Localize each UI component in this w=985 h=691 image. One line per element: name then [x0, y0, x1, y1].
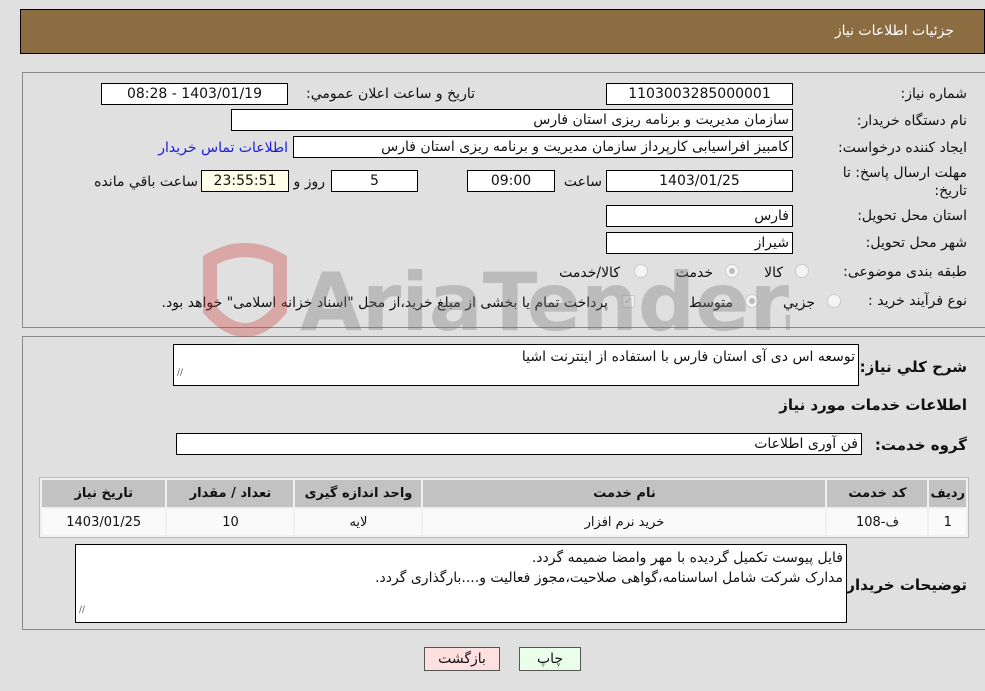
cell-row-number: 1	[929, 509, 966, 535]
cell-quantity: 10	[167, 509, 294, 535]
print-button[interactable]: چاپ	[519, 647, 581, 671]
col-header-service-name: نام خدمت	[423, 480, 826, 507]
days-label: روز و	[293, 174, 326, 190]
days-field: 5	[331, 170, 418, 192]
resize-grip-icon[interactable]: ∕∕	[177, 363, 183, 383]
buyer-notes-label: توضیحات خریدار:	[840, 576, 967, 594]
deadline-time-field: 09:00	[467, 170, 555, 192]
back-button[interactable]: بازگشت	[424, 647, 500, 671]
time-label: ساعت	[563, 174, 602, 190]
service-group-label: گروه خدمت:	[874, 436, 967, 454]
description-label: شرح كلي نياز:	[859, 358, 967, 376]
category-option-goods: کالا	[764, 265, 783, 281]
cell-need-date: 1403/01/25	[42, 509, 166, 535]
col-header-quantity: تعداد / مقدار	[167, 480, 294, 507]
cell-service-name: خرید نرم افزار	[423, 509, 826, 535]
col-header-unit: واحد اندازه گیری	[295, 480, 422, 507]
resize-grip-icon[interactable]: ∕∕	[79, 600, 85, 620]
announce-field: 1403/01/19 - 08:28	[101, 83, 288, 105]
province-label: استان محل تحویل:	[857, 208, 967, 224]
remaining-time-field: 23:55:51	[201, 170, 289, 192]
description-textarea[interactable]: توسعه اس دی آی استان فارس با استفاده از …	[173, 344, 859, 386]
service-group-field: فن آوری اطلاعات	[176, 433, 862, 455]
city-field: شیراز	[606, 232, 793, 254]
process-radio-medium[interactable]	[745, 294, 759, 308]
category-label: طبقه بندی موضوعی:	[843, 264, 967, 280]
province-field: فارس	[606, 205, 793, 227]
table-header-row: ردیف کد خدمت نام خدمت واحد اندازه گیری ت…	[42, 480, 966, 507]
col-header-service-code: کد خدمت	[827, 480, 928, 507]
buyer-notes-textarea[interactable]: فایل پیوست تکمیل گردیده با مهر وامضا ضمی…	[75, 544, 847, 623]
services-table: ردیف کد خدمت نام خدمت واحد اندازه گیری ت…	[39, 477, 969, 538]
category-radio-goods[interactable]	[795, 264, 809, 278]
deadline-date-field: 1403/01/25	[606, 170, 793, 192]
need-number-field: 1103003285000001	[606, 83, 793, 105]
buyer-field: سازمان مدیریت و برنامه ریزی استان فارس	[231, 109, 793, 131]
treasury-note: پرداخت تمام یا بخشی از مبلغ خرید،از محل …	[161, 295, 608, 311]
category-option-goods-service: کالا/خدمت	[559, 265, 620, 281]
announce-label: تاریخ و ساعت اعلان عمومي:	[306, 86, 475, 102]
need-number-label: شماره نیاز:	[900, 86, 968, 102]
buyer-contact-link[interactable]: اطلاعات تماس خریدار	[158, 140, 288, 156]
services-heading: اطلاعات خدمات مورد نیاز	[779, 396, 967, 414]
process-radio-minor[interactable]	[827, 294, 841, 308]
creator-field: کامبیز افراسیابی کارپرداز سازمان مدیریت …	[293, 136, 793, 158]
description-text: توسعه اس دی آی استان فارس با استفاده از …	[521, 349, 855, 365]
col-header-row-number: ردیف	[929, 480, 966, 507]
cell-service-code: ف-108	[827, 509, 928, 535]
buyer-label: نام دستگاه خریدار:	[856, 113, 967, 129]
cell-unit: لایه	[295, 509, 422, 535]
city-label: شهر محل تحویل:	[865, 235, 967, 251]
deadline-label-2: تاریخ:	[934, 183, 967, 199]
process-option-minor: جزيي	[783, 295, 815, 311]
process-option-medium: متوسط	[689, 295, 733, 311]
table-row: 1 ف-108 خرید نرم افزار لایه 10 1403/01/2…	[42, 509, 966, 535]
remaining-label: ساعت باقي مانده	[94, 174, 198, 190]
category-radio-service[interactable]	[725, 264, 739, 278]
category-radio-goods-service[interactable]	[634, 264, 648, 278]
page-title: جزئیات اطلاعات نیاز	[834, 23, 954, 39]
process-label: نوع فرآیند خرید :	[868, 293, 967, 309]
buyer-notes-line-2: مدارک شرکت شامل اساسنامه،گواهی صلاحیت،مج…	[375, 570, 843, 586]
page-header: جزئیات اطلاعات نیاز	[20, 9, 985, 54]
deadline-label: مهلت ارسال پاسخ: تا	[842, 165, 967, 181]
category-option-service: خدمت	[675, 265, 713, 281]
col-header-need-date: تاریخ نیاز	[42, 480, 166, 507]
treasury-checkbox[interactable]: ✓	[622, 295, 635, 308]
creator-label: ایجاد کننده درخواست:	[838, 140, 967, 156]
buyer-notes-line-1: فایل پیوست تکمیل گردیده با مهر وامضا ضمی…	[531, 550, 843, 566]
